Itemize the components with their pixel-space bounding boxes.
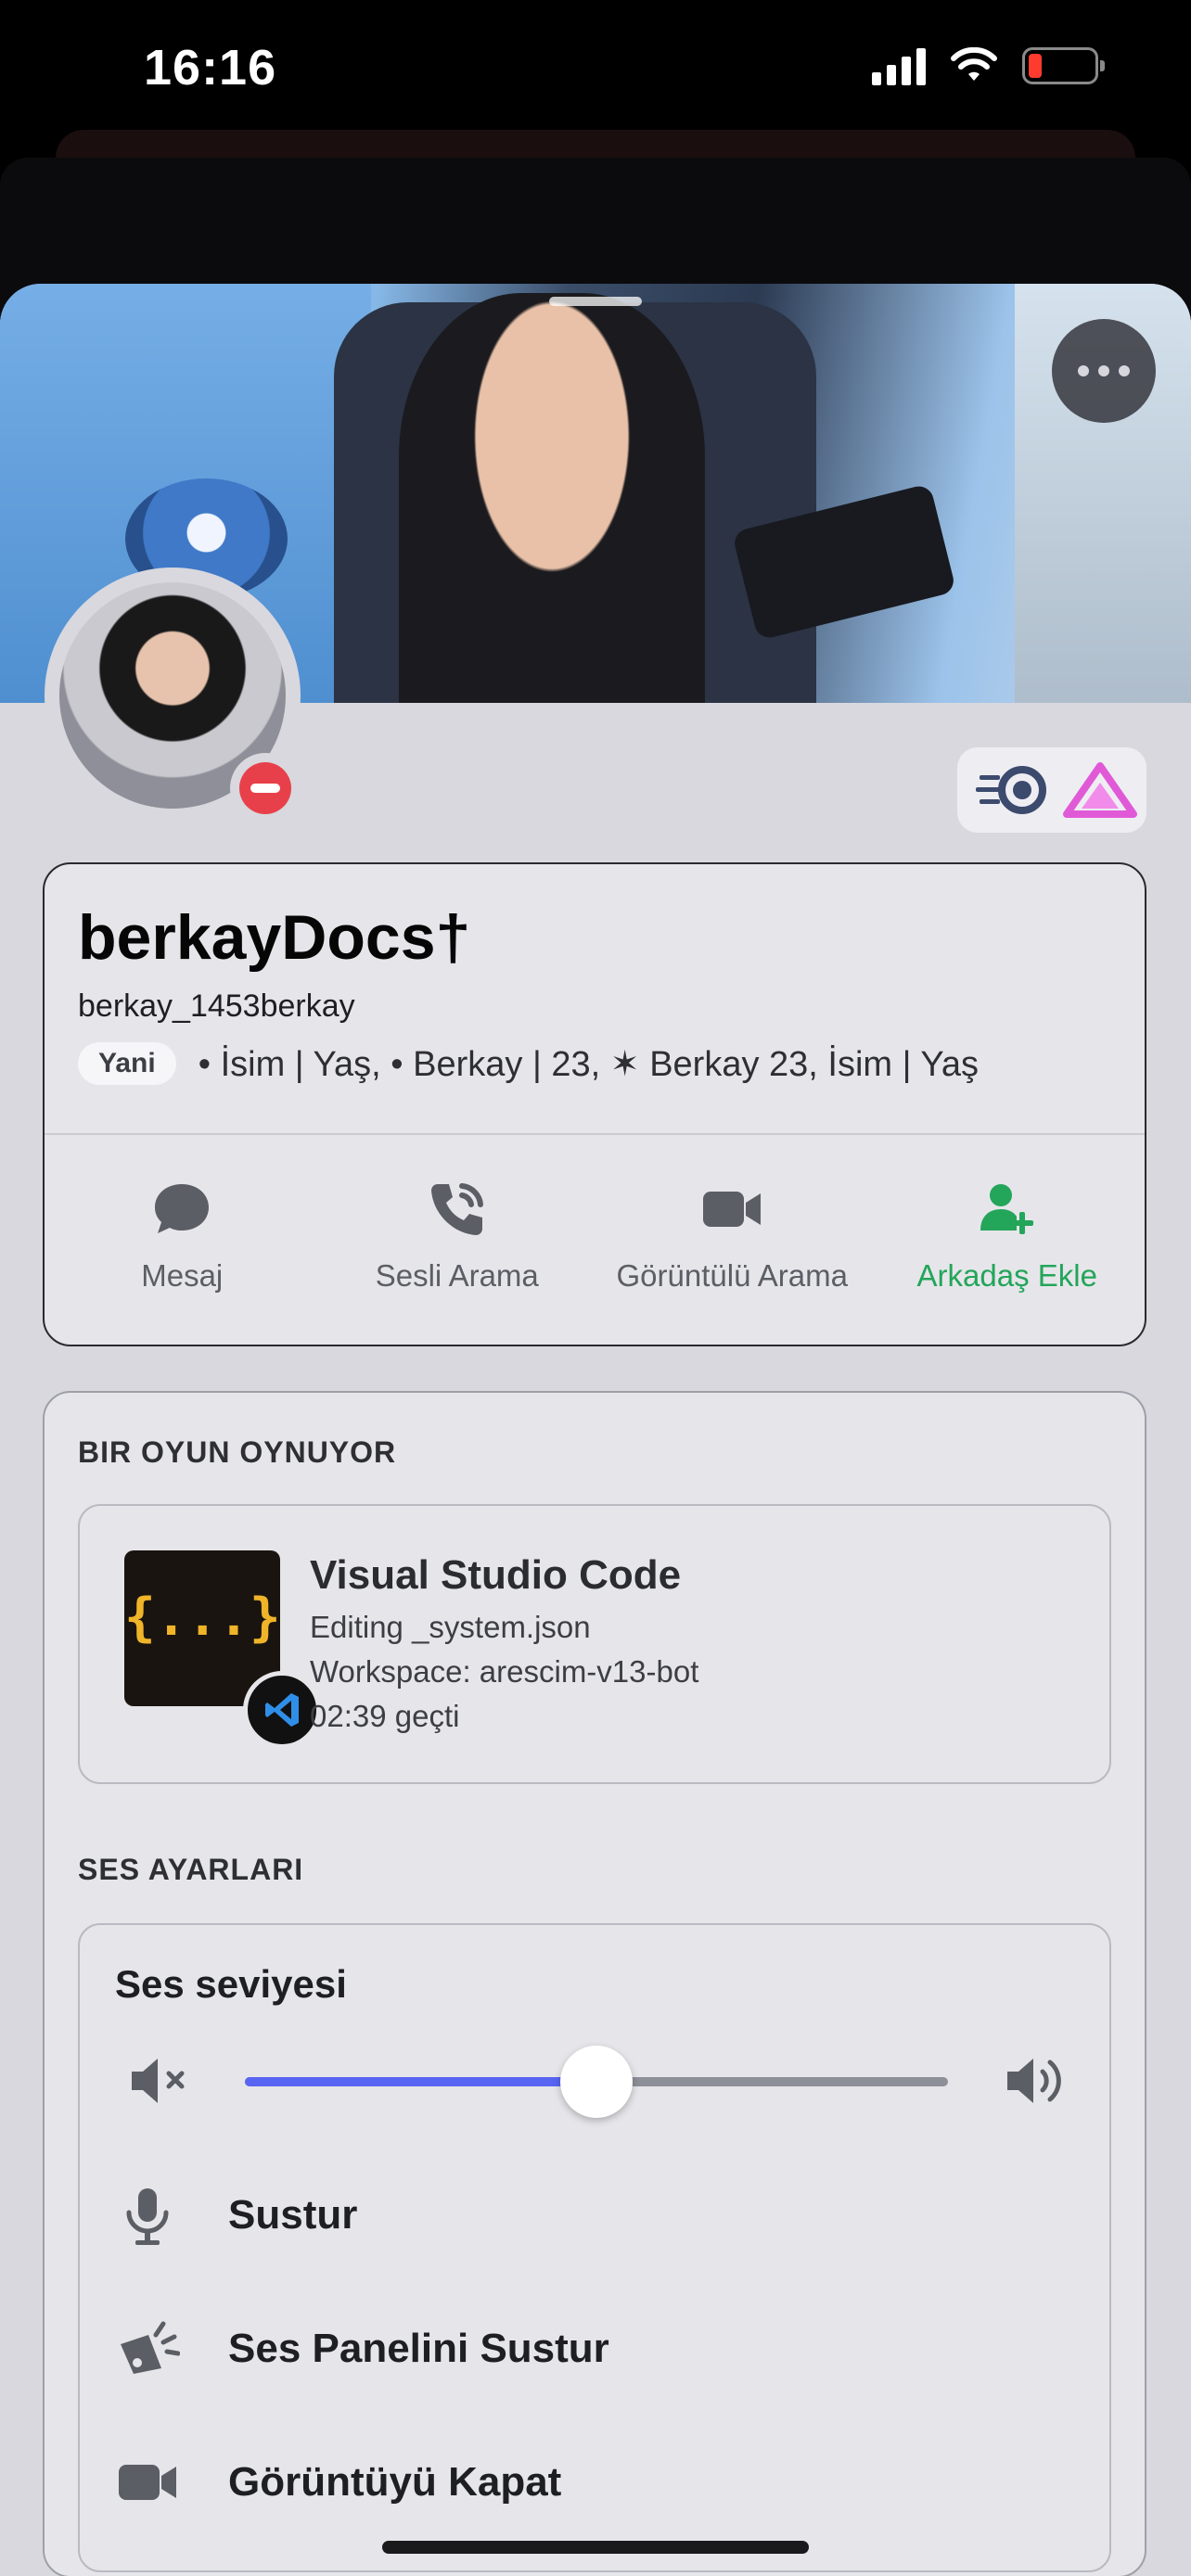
wifi-icon — [951, 47, 997, 81]
status-icons — [872, 46, 1105, 85]
volume-slider-fill — [245, 2077, 596, 2086]
triangle-badge-icon[interactable] — [1063, 760, 1137, 820]
cellular-signal-icon — [872, 46, 926, 85]
game-activity[interactable]: {...} Visual Studio Code Editing _system… — [78, 1504, 1111, 1784]
game-title: Visual Studio Code — [310, 1552, 682, 1598]
bio-row: Yani • İsim | Yaş, • Berkay | 23, ✶ Berk… — [78, 1042, 979, 1085]
video-call-label: Görüntülü Arama — [616, 1258, 848, 1293]
display-name: berkayDocs† — [78, 902, 471, 973]
avatar-container[interactable] — [45, 567, 301, 823]
activity-section-title: BIR OYUN OYNUYOR — [78, 1435, 397, 1469]
voice-settings: Ses seviyesi Sustur Ses Panelini Sustur … — [78, 1923, 1111, 2572]
video-call-button[interactable]: Görüntülü Arama — [595, 1142, 870, 1328]
message-label: Mesaj — [141, 1258, 224, 1293]
video-camera-icon — [119, 2465, 176, 2500]
disable-video-label: Görüntüyü Kapat — [228, 2459, 562, 2505]
soundboard-icon — [121, 2321, 180, 2374]
profile-badges — [957, 747, 1146, 833]
username: berkay_1453berkay — [78, 988, 355, 1024]
add-friend-button[interactable]: Arkadaş Ekle — [870, 1142, 1146, 1328]
video-camera-icon — [703, 1192, 762, 1227]
mute-label: Sustur — [228, 2192, 358, 2238]
volume-slider[interactable] — [245, 2046, 948, 2118]
message-button[interactable]: Mesaj — [45, 1142, 320, 1328]
voice-call-button[interactable]: Sesli Arama — [320, 1142, 596, 1328]
activity-card: BIR OYUN OYNUYOR {...} Visual Studio Cod… — [43, 1391, 1146, 2576]
pronoun-tag: Yani — [78, 1042, 176, 1085]
volume-label: Ses seviyesi — [115, 1962, 347, 2006]
more-options-button[interactable] — [1052, 319, 1156, 423]
profile-card: berkayDocs† berkay_1453berkay Yani • İsi… — [43, 862, 1146, 1346]
profile-actions: Mesaj Sesli Arama Görüntülü Arama Arkada… — [45, 1142, 1145, 1328]
sheet-grabber[interactable] — [549, 297, 642, 306]
bio-text: • İsim | Yaş, • Berkay | 23, ✶ Berkay 23… — [198, 1044, 980, 1084]
status-bar: 16:16 — [0, 0, 1191, 139]
more-dots-icon — [1078, 365, 1089, 376]
do-not-disturb-status-icon — [230, 753, 301, 823]
mute-soundboard-option[interactable]: Ses Panelini Sustur — [115, 2307, 1080, 2391]
game-icon-text: {...} — [124, 1588, 281, 1648]
voice-section-title: SES AYARLARI — [78, 1853, 304, 1886]
voice-call-label: Sesli Arama — [375, 1258, 539, 1293]
home-indicator[interactable] — [382, 2541, 809, 2554]
game-elapsed: 02:39 geçti — [310, 1699, 460, 1733]
profile-sheet: berkayDocs† berkay_1453berkay Yani • İsi… — [0, 284, 1191, 2576]
status-time: 16:16 — [144, 40, 277, 96]
microphone-icon — [126, 2188, 169, 2245]
battery-icon — [1022, 47, 1105, 84]
disable-video-option[interactable]: Görüntüyü Kapat — [115, 2441, 1080, 2524]
add-friend-icon — [980, 1184, 1033, 1234]
add-friend-label: Arkadaş Ekle — [916, 1258, 1097, 1293]
volume-mute-icon[interactable] — [128, 2051, 195, 2111]
chat-bubble-icon — [155, 1184, 210, 1233]
divider — [45, 1133, 1145, 1135]
mute-option[interactable]: Sustur — [115, 2174, 1080, 2257]
game-state: Workspace: arescim-v13-bot — [310, 1654, 699, 1689]
volume-slider-thumb[interactable] — [560, 2046, 633, 2118]
phone-call-icon — [430, 1183, 483, 1235]
speed-badge-icon[interactable] — [976, 762, 1054, 818]
volume-up-icon[interactable] — [1004, 2051, 1070, 2111]
mute-soundboard-label: Ses Panelini Sustur — [228, 2326, 609, 2371]
game-details: Editing _system.json — [310, 1610, 591, 1644]
